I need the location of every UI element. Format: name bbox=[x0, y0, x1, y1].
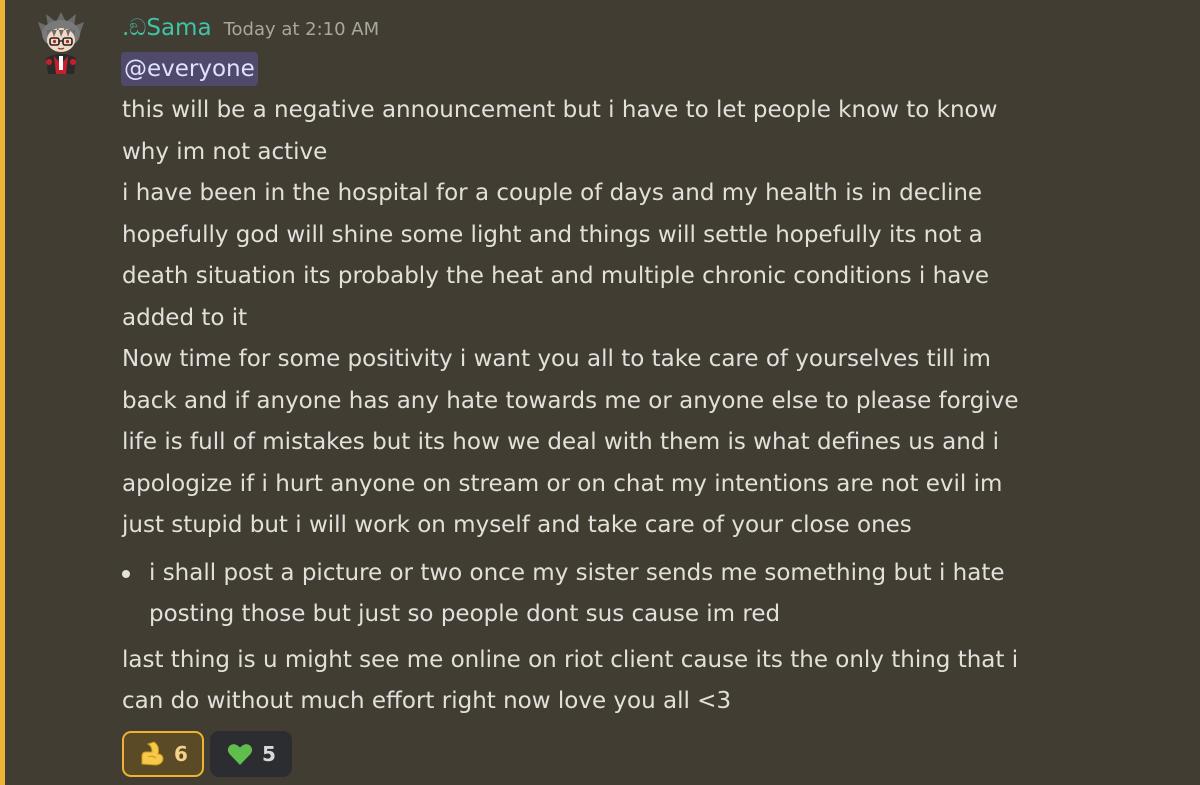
reactions-bar: 6 5 bbox=[122, 731, 292, 777]
bullet-list: i shall post a picture or two once my si… bbox=[122, 553, 1182, 636]
message-line: why im not active bbox=[122, 138, 328, 165]
bullet-line: i shall post a picture or two once my si… bbox=[149, 559, 1005, 586]
message-line: hopefully god will shine some light and … bbox=[122, 221, 983, 248]
flexed-biceps-icon bbox=[141, 741, 164, 766]
message-header: .ඞSama Today at 2:10 AM bbox=[122, 12, 379, 44]
message-content: this will be a negative announcement but… bbox=[122, 90, 1182, 723]
reaction-count: 6 bbox=[174, 742, 188, 766]
everyone-mention[interactable]: @everyone bbox=[121, 52, 258, 86]
chat-message: .ඞSama Today at 2:10 AM @everyone this w… bbox=[0, 0, 1200, 785]
mention-highlight-bar bbox=[0, 0, 5, 785]
chibi-character-avatar-icon bbox=[38, 12, 84, 74]
username[interactable]: .ඞSama bbox=[122, 12, 212, 44]
message-line: just stupid but i will work on myself an… bbox=[122, 512, 912, 538]
avatar[interactable] bbox=[36, 12, 86, 74]
message-line: added to it bbox=[122, 304, 248, 331]
message-line: life is full of mistakes but its how we … bbox=[122, 429, 1000, 455]
message-line: i have been in the hospital for a couple… bbox=[122, 180, 983, 206]
message-line: death situation its probably the heat an… bbox=[122, 263, 990, 289]
message-line: Now time for some positivity i want you … bbox=[122, 346, 991, 372]
list-item: i shall post a picture or two once my si… bbox=[122, 553, 1182, 636]
bullet-dot-icon bbox=[122, 569, 130, 578]
reaction-green-heart[interactable]: 5 bbox=[210, 731, 292, 777]
reaction-flexed-biceps[interactable]: 6 bbox=[122, 731, 204, 777]
reaction-count: 5 bbox=[262, 742, 276, 766]
message-line: apologize if i hurt anyone on stream or … bbox=[122, 470, 1003, 497]
message-line: this will be a negative announcement but… bbox=[122, 97, 998, 123]
message-line: can do without much effort right now lov… bbox=[122, 688, 732, 714]
message-line: last thing is u might see me online on r… bbox=[122, 646, 1019, 673]
bullet-line: posting those but just so people dont su… bbox=[149, 601, 781, 627]
green-heart-icon bbox=[227, 744, 253, 765]
message-line: back and if anyone has any hate towards … bbox=[122, 387, 1019, 414]
timestamp[interactable]: Today at 2:10 AM bbox=[224, 19, 380, 40]
